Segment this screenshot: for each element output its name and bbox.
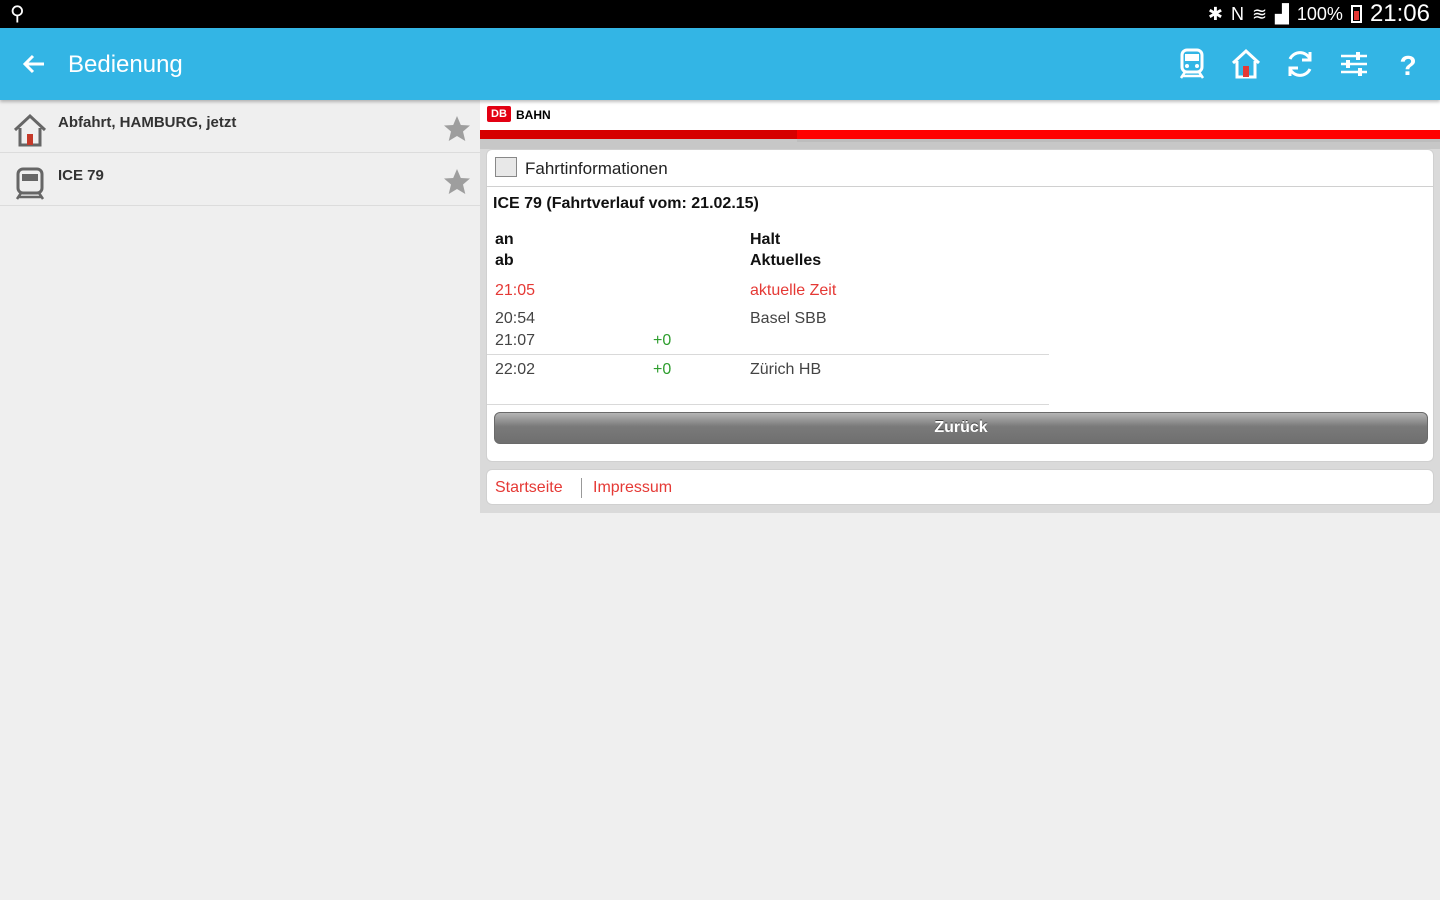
back-button[interactable]: Zurück <box>494 412 1428 444</box>
nfc-icon: N <box>1230 3 1244 24</box>
star-icon[interactable] <box>442 114 472 144</box>
favorite-item[interactable]: Abfahrt, HAMBURG, jetzt <box>0 100 480 153</box>
panel-title: Fahrtinformationen <box>525 159 668 178</box>
header-an: an <box>495 231 514 248</box>
stop-arrival: 20:54 <box>495 310 536 327</box>
header-aktuelles: Aktuelles <box>750 252 822 269</box>
footer-links: Startseite Impressum <box>486 469 1434 505</box>
card-header: Fahrtinformationen <box>487 150 1433 187</box>
header-ab: ab <box>495 252 514 269</box>
stop-departure: 21:07 <box>495 332 536 349</box>
current-time: 21:05 <box>495 282 536 299</box>
brand-text: BAHN <box>516 108 551 122</box>
train-icon[interactable] <box>1174 44 1210 84</box>
trip-info-card: Fahrtinformationen ICE 79 (Fahrtverlauf … <box>486 149 1434 462</box>
journey-title: ICE 79 (Fahrtverlauf vom: 21.02.15) <box>493 195 759 212</box>
battery-icon <box>1350 5 1362 23</box>
star-icon[interactable] <box>442 167 472 197</box>
settings-sliders-icon[interactable] <box>1336 44 1372 84</box>
clock: 21:06 <box>1369 0 1430 27</box>
stop-arrival: 22:02 <box>495 361 536 378</box>
wifi-icon: ≋ <box>1251 3 1268 24</box>
signal-icon: ▟ <box>1275 3 1289 24</box>
webview: DB BAHN Fahrtinformationen ICE 79 (Fahrt… <box>480 100 1440 513</box>
favorites-panel: Abfahrt, HAMBURG, jetzt ICE 79 <box>0 100 480 900</box>
row-divider <box>487 404 1049 405</box>
db-header: DB BAHN <box>480 100 1440 132</box>
row-divider <box>487 354 1049 355</box>
stop-delay: +0 <box>653 332 672 349</box>
info-icon <box>495 157 517 177</box>
train-icon <box>15 167 45 200</box>
favorite-item[interactable]: ICE 79 <box>0 153 480 206</box>
stop-station: Zürich HB <box>750 361 822 378</box>
refresh-icon[interactable] <box>1282 44 1318 84</box>
brand-bar <box>480 130 1440 139</box>
house-icon[interactable] <box>1228 44 1264 84</box>
favorite-label: Abfahrt, HAMBURG, jetzt <box>58 114 237 131</box>
svg-text:?: ? <box>1399 50 1416 81</box>
status-bar: ⚲ ✱ N ≋ ▟ 100% 21:06 <box>0 0 1440 28</box>
usb-icon: ⚲ <box>10 3 25 25</box>
favorite-label: ICE 79 <box>58 167 104 184</box>
screen-title: Bedienung <box>68 51 183 78</box>
house-icon <box>13 113 47 147</box>
action-bar: Bedienung ? <box>0 28 1440 100</box>
link-startseite[interactable]: Startseite <box>495 479 563 497</box>
db-logo: DB <box>487 106 511 122</box>
current-time-label: aktuelle Zeit <box>750 282 837 299</box>
battery-percent: 100% <box>1296 3 1343 24</box>
link-impressum[interactable]: Impressum <box>593 479 672 497</box>
link-divider <box>581 478 582 498</box>
stop-delay: +0 <box>653 361 672 378</box>
stop-station: Basel SBB <box>750 310 827 327</box>
bluetooth-icon: ✱ <box>1207 3 1223 24</box>
back-arrow-icon[interactable] <box>18 46 50 82</box>
help-icon[interactable]: ? <box>1390 44 1426 84</box>
header-halt: Halt <box>750 231 781 248</box>
grey-bar <box>480 139 1440 149</box>
